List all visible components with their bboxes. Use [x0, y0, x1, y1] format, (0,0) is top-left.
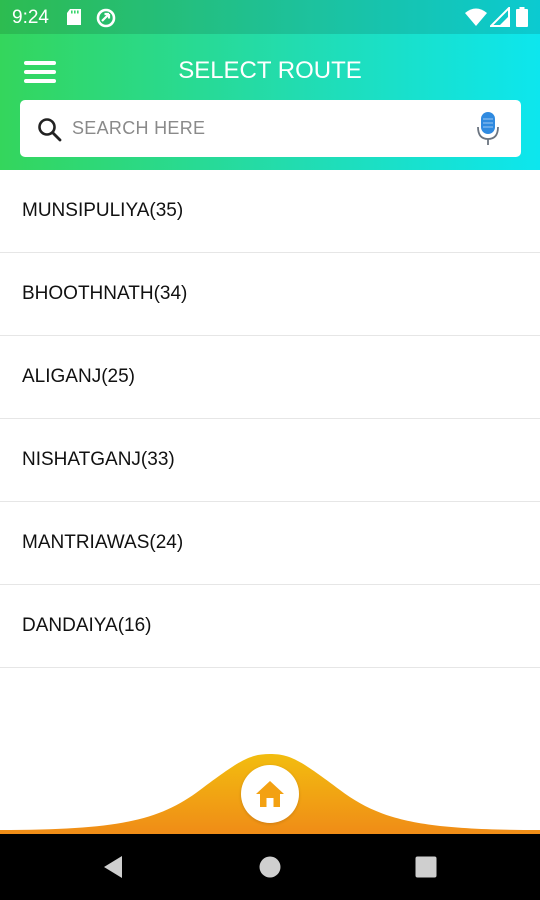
signal-icon — [490, 7, 510, 27]
home-button[interactable] — [241, 765, 299, 823]
sd-card-icon — [67, 9, 81, 25]
back-icon[interactable] — [101, 854, 127, 880]
status-time: 9:24 — [12, 7, 49, 28]
search-icon — [38, 118, 62, 142]
system-nav-bar — [0, 834, 540, 900]
route-label: NISHATGANJ(33) — [22, 449, 175, 470]
route-label: DANDAIYA(16) — [22, 615, 152, 636]
route-list: MUNSIPULIYA(35) BHOOTHNATH(34) ALIGANJ(2… — [0, 170, 540, 668]
home-icon — [256, 781, 284, 807]
search-bar[interactable] — [20, 100, 521, 157]
status-bar: 9:24 — [0, 0, 540, 34]
route-label: BHOOTHNATH(34) — [22, 283, 188, 304]
search-input[interactable] — [72, 112, 452, 145]
home-circle-icon[interactable] — [257, 854, 283, 880]
route-label: MUNSIPULIYA(35) — [22, 200, 184, 221]
route-item-nishatganj[interactable]: NISHATGANJ(33) — [0, 419, 540, 502]
mic-icon[interactable] — [477, 112, 499, 146]
page-title: SELECT ROUTE — [178, 57, 362, 84]
route-label: ALIGANJ(25) — [22, 366, 135, 387]
wifi-icon — [465, 8, 487, 26]
route-item-mantriawas[interactable]: MANTRIAWAS(24) — [0, 502, 540, 585]
battery-icon — [516, 7, 528, 27]
route-label: MANTRIAWAS(24) — [22, 532, 184, 553]
sync-icon — [96, 8, 116, 28]
recents-icon[interactable] — [413, 854, 439, 880]
route-item-bhoothnath[interactable]: BHOOTHNATH(34) — [0, 253, 540, 336]
route-item-munsipuliya[interactable]: MUNSIPULIYA(35) — [0, 170, 540, 253]
app-header: 9:24 SELECT ROUTE — [0, 0, 540, 170]
route-item-aliganj[interactable]: ALIGANJ(25) — [0, 336, 540, 419]
route-item-dandaiya[interactable]: DANDAIYA(16) — [0, 585, 540, 668]
